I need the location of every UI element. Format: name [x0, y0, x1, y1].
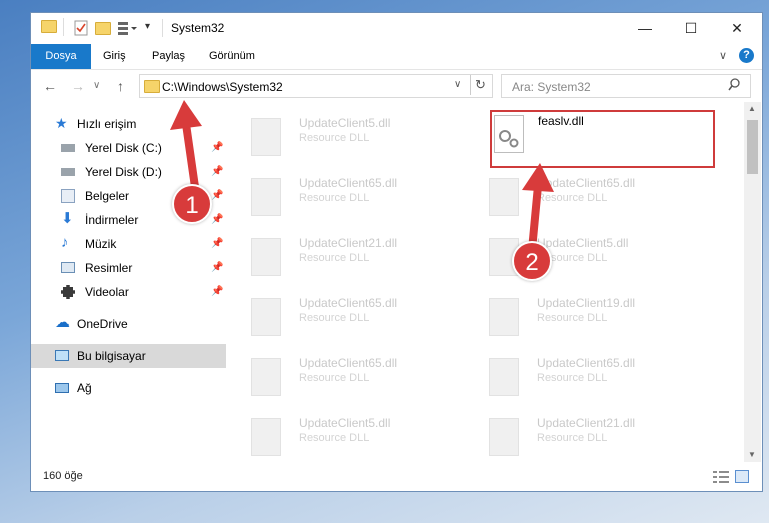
arrow-2-head [522, 163, 554, 192]
arrow-1-head [170, 100, 202, 130]
step-2-badge: 2 [512, 241, 552, 281]
callout-arrows [170, 100, 554, 254]
step-1-badge: 1 [172, 184, 212, 224]
